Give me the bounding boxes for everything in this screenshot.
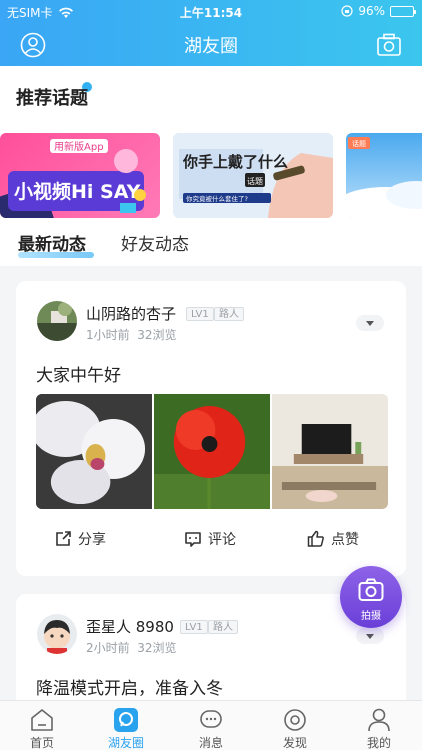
- tab-label: 我的: [366, 736, 391, 750]
- post-card[interactable]: 山阴路的杏子 LV1 路人 1小时前 32浏览 大家中午好 分享 评论 点赞: [16, 281, 406, 576]
- thumbs-up-icon: [307, 530, 324, 547]
- comment-button[interactable]: 评论: [184, 529, 236, 549]
- post-time: 2小时前: [86, 641, 130, 655]
- post-text: 大家中午好: [36, 366, 121, 386]
- share-button[interactable]: 分享: [54, 529, 106, 549]
- post-photo[interactable]: [36, 394, 152, 509]
- comment-icon: [185, 532, 201, 547]
- post-username[interactable]: 山阴路的杏子: [86, 303, 176, 324]
- tab-label: 首页: [29, 736, 54, 750]
- post-views: 32浏览: [137, 328, 177, 342]
- svg-text:话题: 话题: [352, 139, 366, 148]
- tab-label: 消息: [198, 736, 223, 750]
- banner-illustration: 用新版App 小视频Hi SAY: [0, 139, 146, 218]
- post-meta: 1小时前 32浏览: [86, 326, 177, 343]
- post-actions: 分享 评论 点赞: [16, 529, 406, 557]
- banner-illustration: 话题: [346, 137, 422, 218]
- circle-chat-icon: [114, 708, 138, 732]
- post-username[interactable]: 歪星人 8980: [86, 616, 174, 637]
- avatar[interactable]: [37, 301, 77, 341]
- like-button[interactable]: 点赞: [307, 529, 359, 549]
- svg-text:小视频Hi SAY: 小视频Hi SAY: [14, 180, 141, 203]
- tab-label: 湖友圈: [107, 736, 144, 750]
- bottom-tab-bar: 首页 湖友圈 消息 发现 我的: [0, 700, 422, 750]
- banner-illustration: 你手上戴了什么 话题 你究竟被什么套住了?: [173, 133, 333, 218]
- level-badge: LV1: [186, 307, 214, 321]
- svg-text:用新版App: 用新版App: [54, 140, 104, 153]
- tab-profile[interactable]: 我的: [349, 701, 409, 750]
- feed-tabs: 最新动态 好友动态: [0, 230, 422, 266]
- tab-latest[interactable]: 最新动态: [18, 230, 86, 255]
- profile-icon: [368, 708, 390, 732]
- more-options-button[interactable]: [356, 315, 384, 331]
- topic-banner[interactable]: 你手上戴了什么 话题 你究竟被什么套住了?: [173, 133, 333, 218]
- battery-percent: 96%: [358, 4, 385, 18]
- recommended-title: 推荐话题: [16, 88, 88, 109]
- like-label: 点赞: [331, 532, 359, 548]
- tab-label: 发现: [282, 736, 307, 750]
- share-label: 分享: [78, 532, 106, 548]
- svg-text:你究竟被什么套住了?: 你究竟被什么套住了?: [186, 194, 248, 203]
- topic-banner[interactable]: 用新版App 小视频Hi SAY: [0, 133, 160, 218]
- capture-fab[interactable]: 拍摄: [340, 566, 402, 628]
- role-badge: 路人: [214, 307, 244, 321]
- tab-messages[interactable]: 消息: [181, 701, 241, 750]
- post-views: 32浏览: [137, 641, 177, 655]
- svg-text:话题: 话题: [247, 176, 263, 186]
- avatar[interactable]: [37, 614, 77, 654]
- comment-label: 评论: [208, 532, 236, 548]
- nav-bar: 湖友圈: [0, 22, 422, 66]
- tab-home[interactable]: 首页: [12, 701, 72, 750]
- post-photo[interactable]: [272, 394, 388, 509]
- tab-discover[interactable]: 发现: [265, 701, 325, 750]
- page-title: 湖友圈: [184, 36, 238, 57]
- svg-text:你手上戴了什么: 你手上戴了什么: [182, 153, 288, 171]
- camera-icon[interactable]: [376, 32, 402, 58]
- role-badge: 路人: [208, 620, 238, 634]
- message-icon: [200, 710, 222, 728]
- topic-carousel[interactable]: 用新版App 小视频Hi SAY 你手上戴了什么 话题 你究竟被什么套住了? 话…: [0, 133, 422, 218]
- battery-icon: [390, 5, 416, 17]
- tab-friends[interactable]: 好友动态: [121, 230, 189, 255]
- rotation-lock-icon: [341, 5, 353, 17]
- post-photos: [36, 394, 388, 509]
- tab-circle[interactable]: 湖友圈: [96, 701, 156, 750]
- fab-label: 拍摄: [361, 611, 381, 622]
- topic-banner[interactable]: 话题: [346, 133, 422, 218]
- level-badge: LV1: [180, 620, 208, 634]
- post-time: 1小时前: [86, 328, 130, 342]
- post-meta: 2小时前 32浏览: [86, 639, 177, 656]
- status-bar: 无SIM卡 上午11:54 96%: [0, 0, 422, 22]
- home-icon: [31, 709, 53, 731]
- post-text: 降温模式开启，准备入冬: [36, 679, 223, 699]
- app-header: 无SIM卡 上午11:54 96% 湖友圈: [0, 0, 422, 66]
- camera-icon: [358, 578, 384, 601]
- share-icon: [56, 531, 71, 546]
- more-options-button[interactable]: [356, 628, 384, 644]
- discover-icon: [284, 709, 306, 731]
- post-photo[interactable]: [154, 394, 270, 509]
